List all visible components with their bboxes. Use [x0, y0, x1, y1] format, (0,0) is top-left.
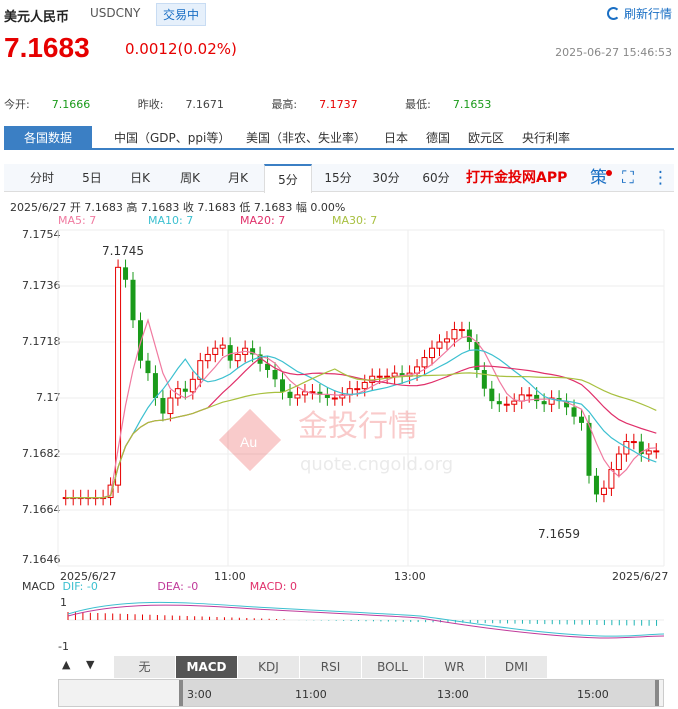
candle	[451, 329, 458, 340]
macd-chart	[67, 601, 665, 639]
indicator-tabs: 无 MACD KDJ RSI BOLL WR DMI	[58, 656, 662, 678]
candle	[421, 357, 428, 368]
candle	[630, 441, 637, 444]
candle	[586, 422, 592, 476]
candle	[137, 320, 143, 361]
low-annotation: 7.1659	[538, 527, 580, 541]
time-navigator[interactable]: 3:00 11:00 13:00 15:00	[58, 679, 664, 707]
candle	[204, 353, 211, 362]
candle	[481, 370, 487, 389]
candle	[571, 407, 577, 417]
indicator-kdj[interactable]: KDJ	[238, 656, 300, 678]
candle	[645, 450, 652, 455]
candle	[234, 353, 241, 362]
candle	[534, 394, 540, 402]
indicator-none[interactable]: 无	[114, 656, 176, 678]
candle	[496, 401, 502, 405]
indicator-boll[interactable]: BOLL	[362, 656, 424, 678]
indicator-macd[interactable]: MACD	[176, 656, 238, 678]
candle	[324, 394, 330, 398]
candle	[511, 400, 518, 405]
watermark: Au 金投行情 quote.cngold.org	[218, 408, 453, 475]
indicator-rsi[interactable]: RSI	[300, 656, 362, 678]
x-tick: 13:00	[394, 570, 426, 583]
candle	[518, 394, 525, 402]
candle	[600, 487, 607, 495]
candle	[384, 375, 391, 378]
candle	[458, 329, 465, 332]
candle	[503, 403, 510, 406]
candle	[130, 279, 136, 321]
watermark-url: quote.cngold.org	[300, 454, 453, 475]
candle	[123, 267, 129, 280]
candle	[189, 378, 196, 393]
candle	[376, 375, 383, 378]
x-tick: 2025/6/27	[612, 570, 669, 583]
candle	[541, 401, 547, 405]
candle	[489, 388, 495, 402]
candle	[182, 388, 188, 392]
candle	[167, 397, 174, 415]
indicator-wr[interactable]: WR	[424, 656, 486, 678]
navigator-handle-right[interactable]	[655, 680, 659, 706]
candle	[160, 398, 166, 414]
candle	[354, 388, 361, 391]
candle	[361, 381, 368, 390]
candle	[227, 345, 233, 361]
candle	[287, 391, 293, 398]
candle	[615, 453, 622, 471]
candle	[593, 475, 599, 495]
candle	[145, 360, 151, 374]
candle	[212, 347, 219, 355]
candle	[526, 394, 533, 397]
candle	[280, 379, 286, 392]
candle	[391, 372, 398, 377]
candle	[219, 344, 226, 349]
navigator-handle-left[interactable]	[179, 680, 183, 706]
indicator-dmi[interactable]: DMI	[486, 656, 548, 678]
candle	[466, 329, 472, 342]
candle	[331, 397, 338, 400]
candle	[443, 338, 450, 343]
candle	[152, 373, 158, 398]
candle	[294, 394, 301, 399]
candle	[579, 416, 585, 423]
candle	[429, 347, 436, 359]
candle	[436, 341, 443, 349]
svg-text:Au: Au	[240, 434, 257, 450]
high-annotation: 7.1745	[102, 244, 144, 258]
candle	[272, 370, 278, 380]
watermark-text: 金投行情	[298, 409, 418, 444]
candle	[653, 450, 660, 453]
